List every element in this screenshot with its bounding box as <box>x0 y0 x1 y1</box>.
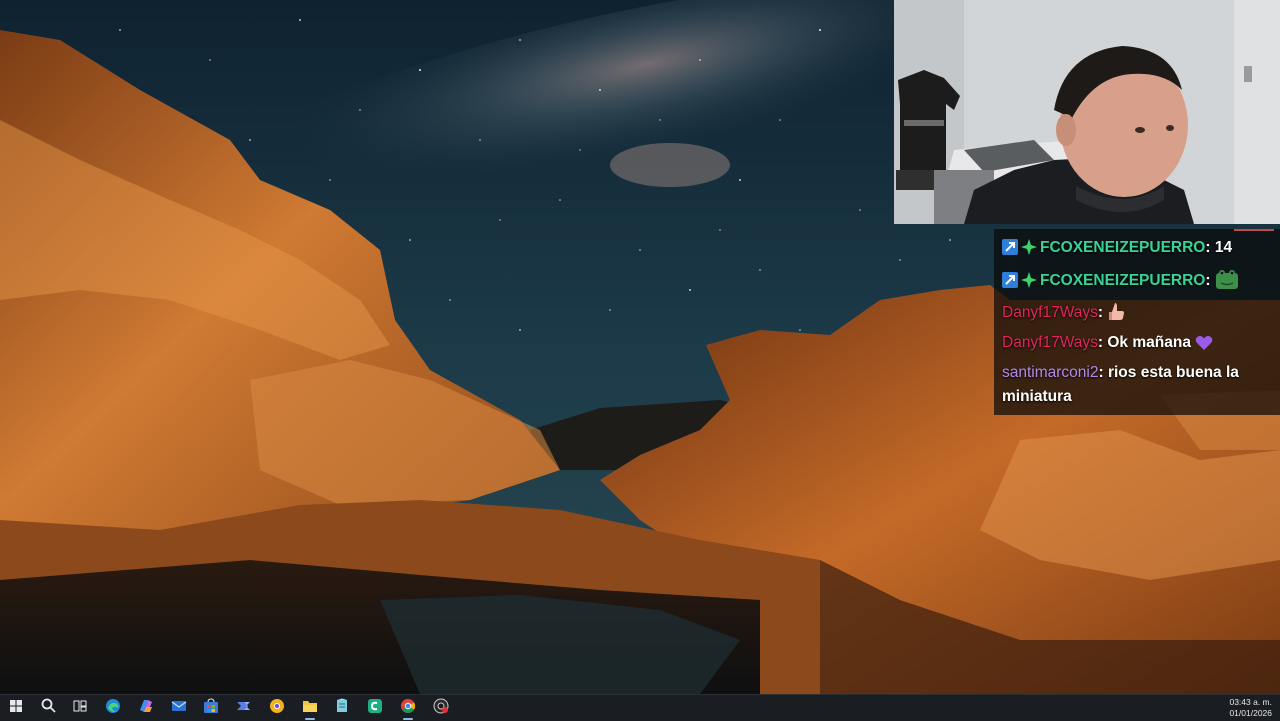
notepad-icon <box>334 698 350 719</box>
mail-button[interactable] <box>166 697 192 719</box>
edge-button[interactable] <box>100 697 126 719</box>
chat-message: Danyf17Ways: <box>1002 301 1274 329</box>
notes-button[interactable] <box>329 697 355 719</box>
start-button[interactable] <box>3 697 29 719</box>
taskbar: 03:43 a. m. 01/01/2026 <box>0 694 1280 721</box>
search-button[interactable] <box>35 697 61 719</box>
mail-icon <box>171 698 187 719</box>
copilot-icon <box>138 698 154 719</box>
power-automate-button[interactable] <box>231 697 257 719</box>
sparkle-badge-icon <box>1021 239 1037 263</box>
clipchamp-button[interactable] <box>362 697 388 719</box>
task-view-button[interactable] <box>67 697 93 719</box>
system-clock[interactable]: 03:43 a. m. 01/01/2026 <box>1212 697 1272 719</box>
yellow-browser-icon <box>269 698 285 719</box>
edge-icon <box>105 698 121 719</box>
store-button[interactable] <box>198 697 224 719</box>
windows-logo-icon <box>10 699 22 717</box>
prime-badge-icon <box>1002 272 1018 296</box>
copilot-button[interactable] <box>133 697 159 719</box>
prime-badge-icon <box>1002 239 1018 263</box>
chat-text: : <box>1097 304 1104 321</box>
webcam-overlay <box>894 0 1280 224</box>
chat-username[interactable]: FCOXENEIZEPUERRO <box>1040 272 1205 289</box>
folder-icon <box>302 699 318 718</box>
chat-username[interactable]: santimarconi2 <box>1002 364 1099 381</box>
clock-time: 03:43 a. m. <box>1229 697 1272 707</box>
sparkle-badge-icon <box>1021 272 1037 296</box>
clock-date: 01/01/2026 <box>1229 708 1272 718</box>
search-icon <box>41 698 56 718</box>
power-automate-icon <box>236 698 252 719</box>
chromium-app-button[interactable] <box>264 697 290 719</box>
file-explorer-button[interactable] <box>297 697 323 720</box>
obs-button[interactable] <box>428 697 454 719</box>
chat-username[interactable]: FCOXENEIZEPUERRO <box>1040 239 1205 256</box>
chat-message: FCOXENEIZEPUERRO: <box>1002 269 1274 297</box>
stream-chat-overlay: FCOXENEIZEPUERRO: 14 FCOXENEIZEPUERRO: D… <box>994 229 1280 415</box>
chat-username[interactable]: Danyf17Ways <box>1002 334 1098 351</box>
task-view-icon <box>73 699 87 717</box>
frog-emote-icon <box>1215 269 1239 297</box>
chat-text: : Ok mañana <box>1097 334 1191 351</box>
record-icon <box>433 698 449 719</box>
chat-accent-line <box>1234 229 1274 231</box>
chat-message: santimarconi2: rios esta buena la miniat… <box>1002 361 1274 409</box>
green-app-icon <box>367 698 383 719</box>
chat-message: Danyf17Ways: Ok mañana <box>1002 331 1274 359</box>
store-icon <box>203 697 219 719</box>
chat-message: FCOXENEIZEPUERRO: 14 <box>1002 236 1274 263</box>
purple-heart-emote-icon <box>1195 335 1213 359</box>
chrome-icon <box>400 698 416 719</box>
chrome-button[interactable] <box>395 697 421 720</box>
chat-text: : <box>1205 272 1211 289</box>
chat-username[interactable]: Danyf17Ways <box>1002 304 1098 321</box>
thumb-emote-icon <box>1107 301 1127 329</box>
chat-text: : 14 <box>1205 239 1233 256</box>
